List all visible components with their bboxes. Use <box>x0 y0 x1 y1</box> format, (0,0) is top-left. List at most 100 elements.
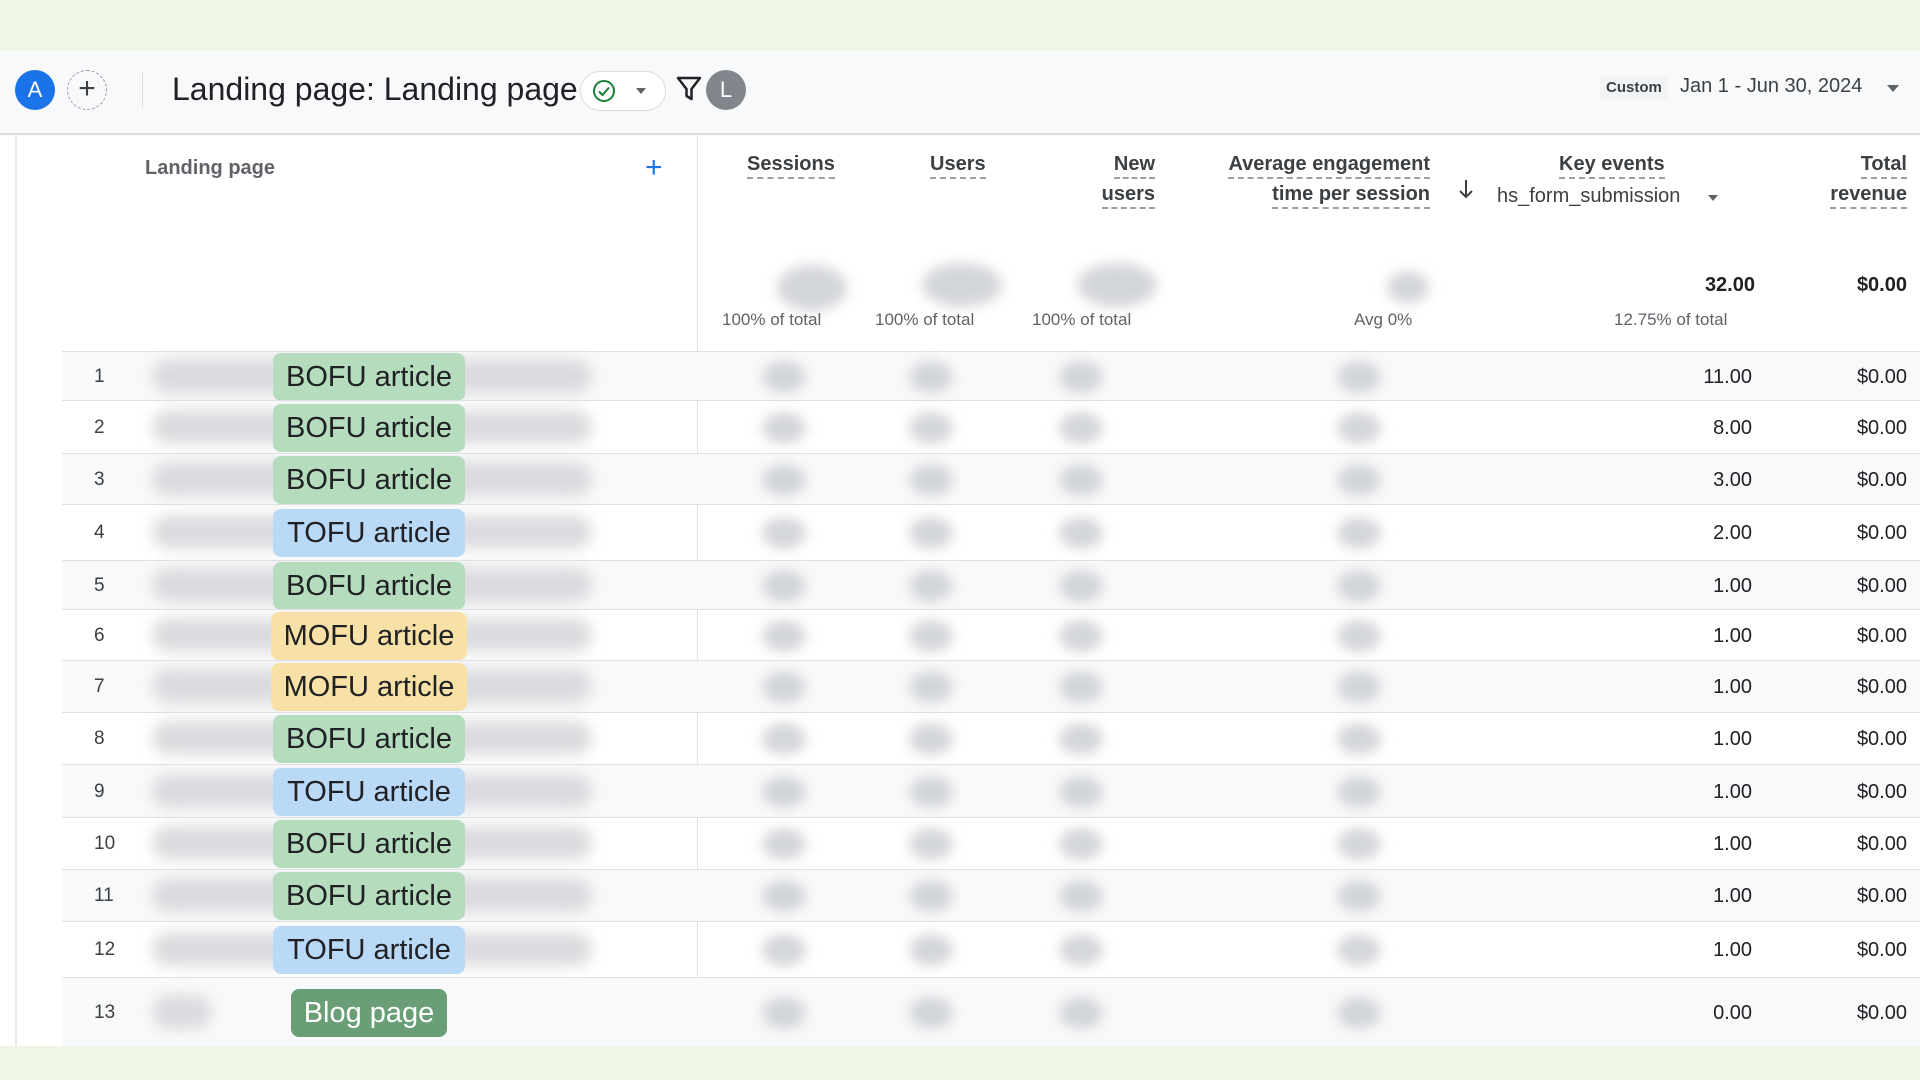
redacted-new-users <box>1059 620 1103 652</box>
revenue-cell: $0.00 <box>1856 1002 1907 1024</box>
revenue-cell: $0.00 <box>1856 833 1907 855</box>
total-new-users-pct: 100% of total <box>1032 310 1132 329</box>
table-row[interactable]: 4 TOFU article 2.00 $0.00 <box>62 504 1920 561</box>
redacted-avg-engagement <box>1337 828 1381 860</box>
redacted-new-users <box>1059 997 1103 1029</box>
new-users-label-2: users <box>1101 181 1155 209</box>
table-row[interactable]: 6 MOFU article 1.00 $0.00 <box>62 609 1920 661</box>
user-avatar[interactable]: L <box>706 70 746 110</box>
redacted-users <box>909 671 953 703</box>
dimension-header[interactable]: Landing page <box>145 157 275 180</box>
row-number: 5 <box>94 575 105 596</box>
redacted-sessions <box>762 997 806 1029</box>
table-row[interactable]: 11 BOFU article 1.00 $0.00 <box>62 869 1920 922</box>
table-row[interactable]: 3 BOFU article 3.00 $0.00 <box>62 453 1920 505</box>
redacted-new-users <box>1059 934 1103 966</box>
table-row[interactable]: 13 Blog page 0.00 $0.00 <box>62 977 1920 1046</box>
redacted-new-users <box>1059 828 1103 860</box>
redacted-total-avg-engagement <box>1387 271 1429 303</box>
row-number: 12 <box>94 939 116 960</box>
row-number: 9 <box>94 781 105 802</box>
redacted-avg-engagement <box>1337 620 1381 652</box>
row-number: 10 <box>94 833 116 854</box>
revenue-label-1: Total <box>1860 151 1907 179</box>
column-header-new-users[interactable]: New users <box>1085 149 1155 209</box>
redacted-total-users <box>922 263 1002 307</box>
key-events-cell: 1.00 <box>1713 781 1752 803</box>
column-header-total-revenue[interactable]: Total revenue <box>1807 149 1907 209</box>
table-row[interactable]: 1 BOFU article 11.00 $0.00 <box>62 351 1920 401</box>
add-dimension-button[interactable]: + <box>645 153 663 183</box>
table-row[interactable]: 10 BOFU article 1.00 $0.00 <box>62 817 1920 870</box>
column-header-users[interactable]: Users <box>930 149 986 179</box>
total-revenue: $0.00 <box>1856 274 1907 296</box>
redacted-avg-engagement <box>1337 671 1381 703</box>
redacted-users <box>909 517 953 549</box>
row-number: 11 <box>94 885 114 906</box>
key-events-cell: 2.00 <box>1713 522 1752 544</box>
redacted-sessions <box>762 880 806 912</box>
avg-engagement-label-1: Average engagement <box>1228 151 1430 179</box>
key-event-chevron-down-icon[interactable] <box>1708 195 1718 201</box>
redacted-sessions <box>762 828 806 860</box>
column-header-sessions[interactable]: Sessions <box>747 149 835 179</box>
table-row[interactable]: 9 TOFU article 1.00 $0.00 <box>62 764 1920 818</box>
row-number: 1 <box>94 366 105 387</box>
key-event-selector[interactable]: hs_form_submission <box>1497 185 1680 208</box>
table-row[interactable]: 2 BOFU article 8.00 $0.00 <box>62 400 1920 454</box>
report-table: Landing page + Sessions Users New users … <box>15 135 1920 1046</box>
table-row[interactable]: 7 MOFU article 1.00 $0.00 <box>62 660 1920 713</box>
redacted-total-sessions <box>777 265 847 311</box>
redacted-avg-engagement <box>1337 517 1381 549</box>
key-events-cell: 8.00 <box>1713 417 1752 439</box>
funnel-tag-bofu: BOFU article <box>273 353 465 401</box>
funnel-tag-mofu: MOFU article <box>271 612 467 660</box>
add-comparison-button[interactable]: + <box>67 70 107 110</box>
total-users-pct: 100% of total <box>875 310 975 329</box>
comparison-avatar-a[interactable]: A <box>15 70 55 110</box>
sort-descending-icon[interactable] <box>1457 177 1475 201</box>
funnel-tag-blog: Blog page <box>291 989 447 1037</box>
redacted-avg-engagement <box>1337 934 1381 966</box>
funnel-tag-tofu: TOFU article <box>273 768 465 816</box>
redacted-sessions <box>762 361 806 393</box>
redacted-new-users <box>1059 464 1103 496</box>
redacted-new-users <box>1059 412 1103 444</box>
date-mode-chip: Custom <box>1600 76 1668 100</box>
funnel-tag-bofu: BOFU article <box>273 456 465 504</box>
redacted-new-users <box>1059 671 1103 703</box>
key-events-cell: 1.00 <box>1713 939 1752 961</box>
funnel-tag-bofu: BOFU article <box>273 715 465 763</box>
table-row[interactable]: 8 BOFU article 1.00 $0.00 <box>62 712 1920 765</box>
redacted-avg-engagement <box>1337 361 1381 393</box>
redacted-new-users <box>1059 880 1103 912</box>
row-number: 4 <box>94 522 105 543</box>
redacted-new-users <box>1059 361 1103 393</box>
redacted-new-users <box>1059 517 1103 549</box>
redacted-new-users <box>1059 776 1103 808</box>
table-row[interactable]: 12 TOFU article 1.00 $0.00 <box>62 921 1920 978</box>
column-header-avg-engagement[interactable]: Average engagement time per session <box>1205 149 1430 209</box>
row-number: 8 <box>94 728 105 749</box>
key-events-cell: 1.00 <box>1713 575 1752 597</box>
key-events-cell: 1.00 <box>1713 833 1752 855</box>
redacted-avg-engagement <box>1337 723 1381 755</box>
revenue-cell: $0.00 <box>1856 366 1907 388</box>
table-row[interactable]: 5 BOFU article 1.00 $0.00 <box>62 560 1920 610</box>
revenue-cell: $0.00 <box>1856 469 1907 491</box>
revenue-cell: $0.00 <box>1856 676 1907 698</box>
date-range-picker[interactable]: Jan 1 - Jun 30, 2024 <box>1680 75 1862 98</box>
revenue-cell: $0.00 <box>1856 728 1907 750</box>
redacted-users <box>909 828 953 860</box>
report-status-dropdown[interactable] <box>580 71 666 111</box>
column-header-key-events[interactable]: Key events <box>1559 149 1665 179</box>
analytics-report: A + Landing page: Landing page L Custom … <box>0 51 1920 1046</box>
row-number: 13 <box>94 1002 116 1023</box>
funnel-tag-tofu: TOFU article <box>273 509 465 557</box>
redacted-users <box>909 723 953 755</box>
revenue-cell: $0.00 <box>1856 781 1907 803</box>
filter-icon[interactable] <box>676 75 702 103</box>
date-chevron-down-icon[interactable] <box>1887 85 1899 92</box>
header-divider <box>142 72 143 108</box>
funnel-tag-bofu: BOFU article <box>273 872 465 920</box>
